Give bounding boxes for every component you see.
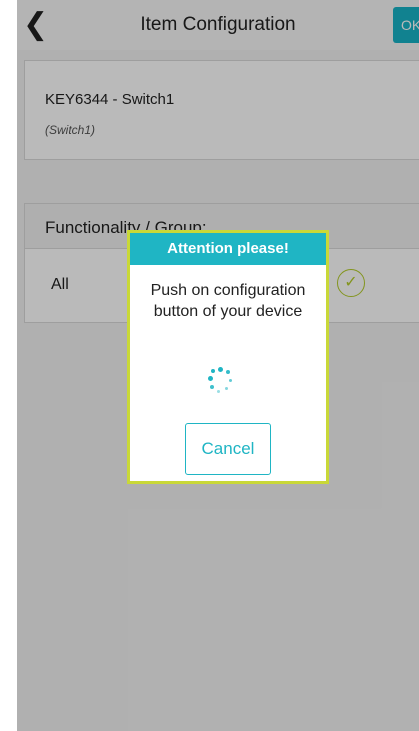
attention-dialog: Attention please! Push on configuration … bbox=[127, 230, 329, 484]
dialog-title: Attention please! bbox=[130, 233, 326, 265]
cancel-button[interactable]: Cancel bbox=[185, 423, 271, 475]
loading-spinner-icon bbox=[207, 367, 235, 395]
dialog-message: Push on configuration button of your dev… bbox=[150, 282, 306, 320]
